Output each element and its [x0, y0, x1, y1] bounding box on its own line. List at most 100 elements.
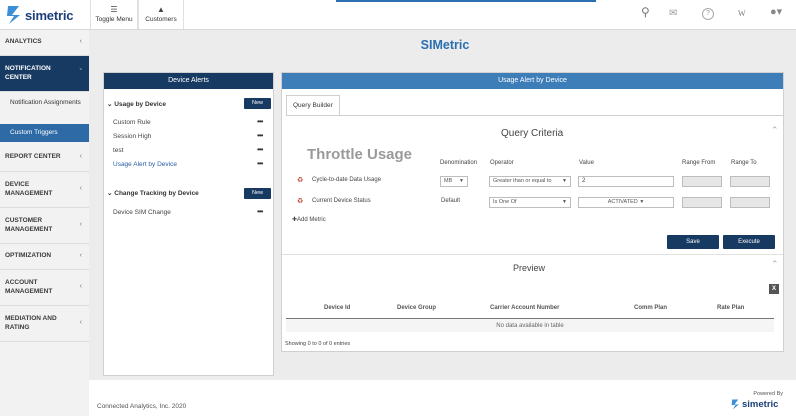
- sidebar-subitem-notification-assignments[interactable]: Notification Assignments: [0, 97, 89, 121]
- sidebar-subitem-custom-triggers[interactable]: Custom Triggers: [0, 124, 89, 142]
- sidebar-item-label: CUSTOMER MANAGEMENT: [5, 217, 53, 233]
- query-criteria-title: Query Criteria: [501, 128, 564, 139]
- range-from-input[interactable]: [682, 197, 722, 208]
- status-multiselect[interactable]: ACTIVATED ▼: [578, 197, 674, 208]
- change-tracking-label: Change Tracking by Device: [114, 190, 199, 197]
- sidebar-item-report-center[interactable]: REPORT CENTER ‹: [0, 144, 89, 172]
- column-denomination: Denomination: [440, 160, 478, 166]
- mail-icon[interactable]: ✉: [669, 9, 677, 19]
- column-device-group[interactable]: Device Group: [397, 305, 436, 311]
- footer: [89, 380, 796, 416]
- add-metric-link[interactable]: ✚Add Metric: [292, 216, 326, 223]
- operator-select[interactable]: Is One Of ▼: [489, 197, 571, 208]
- copyright-text: Connected Analytics, Inc. 2020: [97, 403, 187, 410]
- column-device-id[interactable]: Device Id: [324, 305, 350, 311]
- operator-select[interactable]: Greater than or equal to ▼: [489, 176, 571, 187]
- tab-query-builder[interactable]: Query Builder: [286, 95, 340, 115]
- sidebar-item-label: DEVICE MANAGEMENT: [5, 181, 53, 197]
- org-chart-icon: ▲: [157, 5, 165, 14]
- column-carrier-account-number[interactable]: Carrier Account Number: [490, 305, 559, 311]
- column-comm-plan[interactable]: Comm Plan: [634, 305, 667, 311]
- new-change-rule-button[interactable]: New: [244, 188, 271, 199]
- delete-metric-icon[interactable]: ♻: [297, 197, 303, 205]
- usage-alert-title: Usage Alert by Device: [282, 73, 783, 89]
- delete-metric-icon[interactable]: ♻: [297, 176, 303, 184]
- rule-item-session-high[interactable]: Session High: [113, 133, 151, 140]
- more-options-icon[interactable]: •••: [257, 132, 263, 140]
- column-rate-plan[interactable]: Rate Plan: [717, 305, 744, 311]
- footer-logo-text: simetric: [742, 399, 779, 410]
- rule-item-device-sim-change[interactable]: Device SIM Change: [113, 209, 171, 216]
- new-usage-rule-button[interactable]: New: [244, 98, 271, 109]
- search-icon[interactable]: ⚲: [641, 6, 650, 18]
- table-info: Showing 0 to 0 of 0 entries: [285, 341, 351, 347]
- range-from-input[interactable]: [682, 176, 722, 187]
- device-alerts-panel: Device Alerts: [103, 72, 274, 376]
- chevron-left-icon: ‹: [79, 185, 82, 193]
- more-options-icon[interactable]: •••: [257, 146, 263, 154]
- chevron-left-icon: ‹: [79, 252, 82, 260]
- column-range-from: Range From: [682, 160, 716, 166]
- top-bar: simetric ☰ Toggle Menu ▲ Customers ⚲ ✉ ?…: [0, 0, 796, 30]
- chevron-left-icon: ‹: [79, 221, 82, 229]
- chevron-down-icon: ˇ: [79, 69, 82, 77]
- footer-logo[interactable]: simetric: [731, 399, 778, 410]
- help-icon[interactable]: ?: [702, 8, 714, 20]
- range-to-input[interactable]: [730, 176, 770, 187]
- chevron-left-icon: ‹: [79, 319, 82, 327]
- preview-title: Preview: [513, 263, 546, 273]
- export-excel-icon[interactable]: X: [769, 284, 779, 294]
- sidebar-item-device-management[interactable]: DEVICE MANAGEMENT ‹: [0, 172, 89, 208]
- sidebar-item-analytics[interactable]: ANALYTICS ‹: [0, 30, 89, 56]
- tab-divider: [286, 115, 784, 116]
- w-icon[interactable]: W: [738, 10, 746, 18]
- sidebar-item-account-management[interactable]: ACCOUNT MANAGEMENT ‹: [0, 270, 89, 306]
- rule-item-test[interactable]: test: [113, 147, 123, 154]
- powered-by-label: Powered By: [753, 391, 783, 397]
- status-value: ACTIVATED: [607, 199, 638, 205]
- section-divider: [282, 254, 783, 255]
- usage-by-device-label: Usage by Device: [114, 101, 166, 108]
- caret-down-icon: ▼: [562, 199, 567, 205]
- range-to-input[interactable]: [730, 197, 770, 208]
- sidebar-item-customer-management[interactable]: CUSTOMER MANAGEMENT ‹: [0, 208, 89, 244]
- brand-logo[interactable]: simetric: [6, 4, 73, 26]
- usage-by-device-heading[interactable]: ⌄ Usage by Device: [107, 100, 166, 108]
- change-tracking-heading[interactable]: ⌄ Change Tracking by Device: [107, 189, 199, 197]
- sidebar-item-mediation-and-rating[interactable]: MEDIATION AND RATING ‹: [0, 306, 89, 342]
- caret-down-icon: ▼: [459, 178, 464, 184]
- customers-label: Customers: [145, 16, 177, 23]
- column-range-to: Range To: [731, 160, 757, 166]
- customers-button[interactable]: ▲ Customers: [138, 0, 184, 29]
- simetric-logo-icon: [731, 399, 739, 410]
- caret-down-icon: ▼: [562, 178, 567, 184]
- denomination-select[interactable]: MB ▼: [440, 176, 468, 187]
- user-menu-icon[interactable]: ●▾: [770, 7, 782, 18]
- sidebar-item-label: ACCOUNT MANAGEMENT: [5, 279, 53, 295]
- save-button[interactable]: Save: [667, 235, 719, 249]
- sidebar-item-label: ANALYTICS: [5, 38, 42, 46]
- column-value: Value: [579, 160, 594, 166]
- rule-item-usage-alert-by-device[interactable]: Usage Alert by Device: [113, 161, 177, 168]
- toggle-menu-button[interactable]: ☰ Toggle Menu: [90, 0, 138, 29]
- collapse-criteria-icon[interactable]: ⌃: [771, 125, 779, 136]
- brand-name: simetric: [25, 7, 74, 23]
- rule-item-custom-rule[interactable]: Custom Rule: [113, 119, 151, 126]
- column-operator: Operator: [490, 160, 514, 166]
- metric-label: Current Device Status: [312, 198, 371, 204]
- sidebar-subitem-label: Custom Triggers: [10, 129, 58, 136]
- collapse-preview-icon[interactable]: ⌃: [771, 259, 779, 270]
- value-input[interactable]: 2: [578, 176, 674, 187]
- more-options-icon[interactable]: •••: [257, 160, 263, 168]
- add-metric-label: Add Metric: [297, 217, 326, 223]
- more-options-icon[interactable]: •••: [257, 118, 263, 126]
- page-title: SIMetric: [420, 38, 470, 52]
- denomination-default: Default: [441, 198, 461, 204]
- execute-button[interactable]: Execute: [723, 235, 775, 249]
- sidebar-item-label: REPORT CENTER: [5, 153, 61, 161]
- sidebar-item-optimization[interactable]: OPTIMIZATION ‹: [0, 244, 89, 270]
- metric-label: Cycle-to-date Data Usage: [312, 177, 382, 183]
- sidebar-item-label: NOTIFICATION CENTER: [5, 65, 51, 81]
- more-options-icon[interactable]: •••: [257, 208, 263, 216]
- sidebar-item-notification-center[interactable]: NOTIFICATION CENTER ˇ: [0, 56, 89, 92]
